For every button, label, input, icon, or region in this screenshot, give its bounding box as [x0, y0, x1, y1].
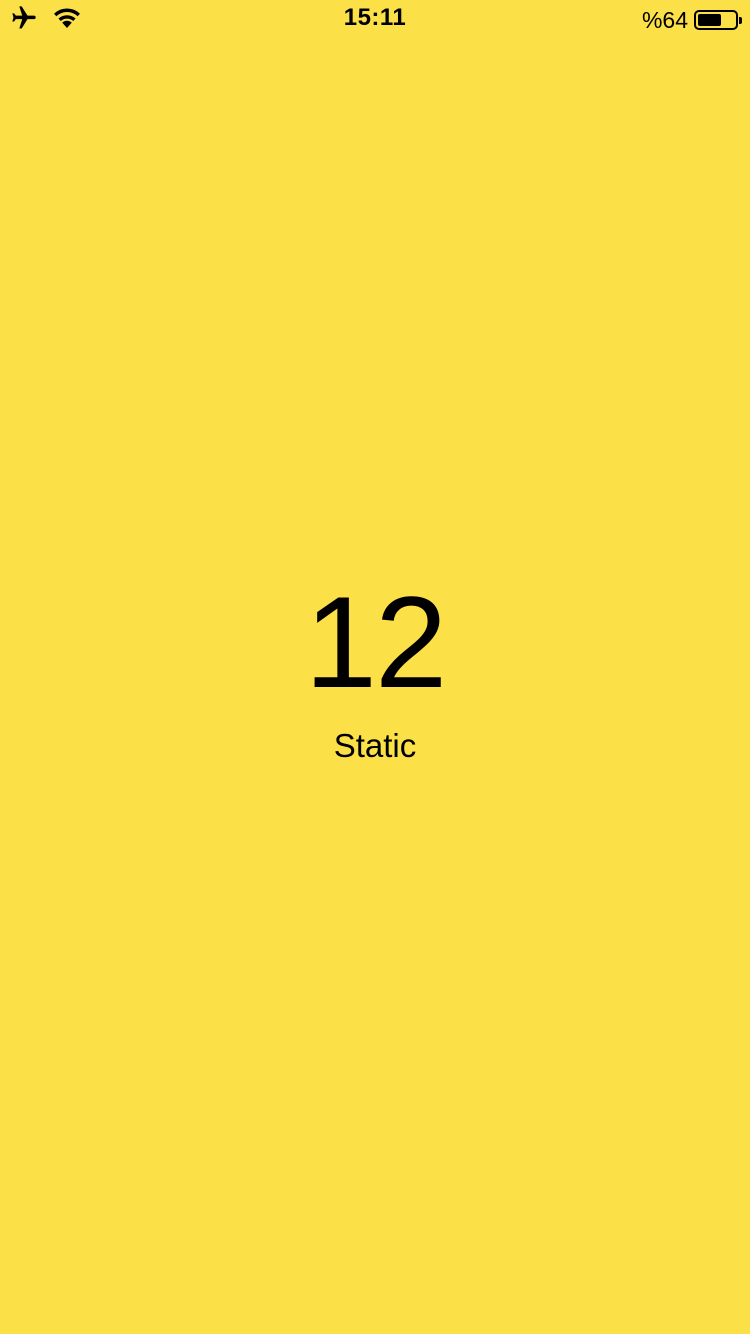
- status-bar-right: %64: [641, 6, 742, 34]
- battery-level-fill: [698, 14, 721, 26]
- status-bar: 15:11 %64: [0, 0, 750, 40]
- battery-icon: [694, 10, 742, 30]
- counter-value: 12: [304, 569, 448, 715]
- status-time: 15:11: [343, 4, 407, 31]
- battery-percentage: %64: [641, 7, 688, 33]
- counter-display: 12 Static: [0, 572, 750, 766]
- counter-label: Static: [333, 727, 417, 764]
- battery-tip: [739, 17, 742, 24]
